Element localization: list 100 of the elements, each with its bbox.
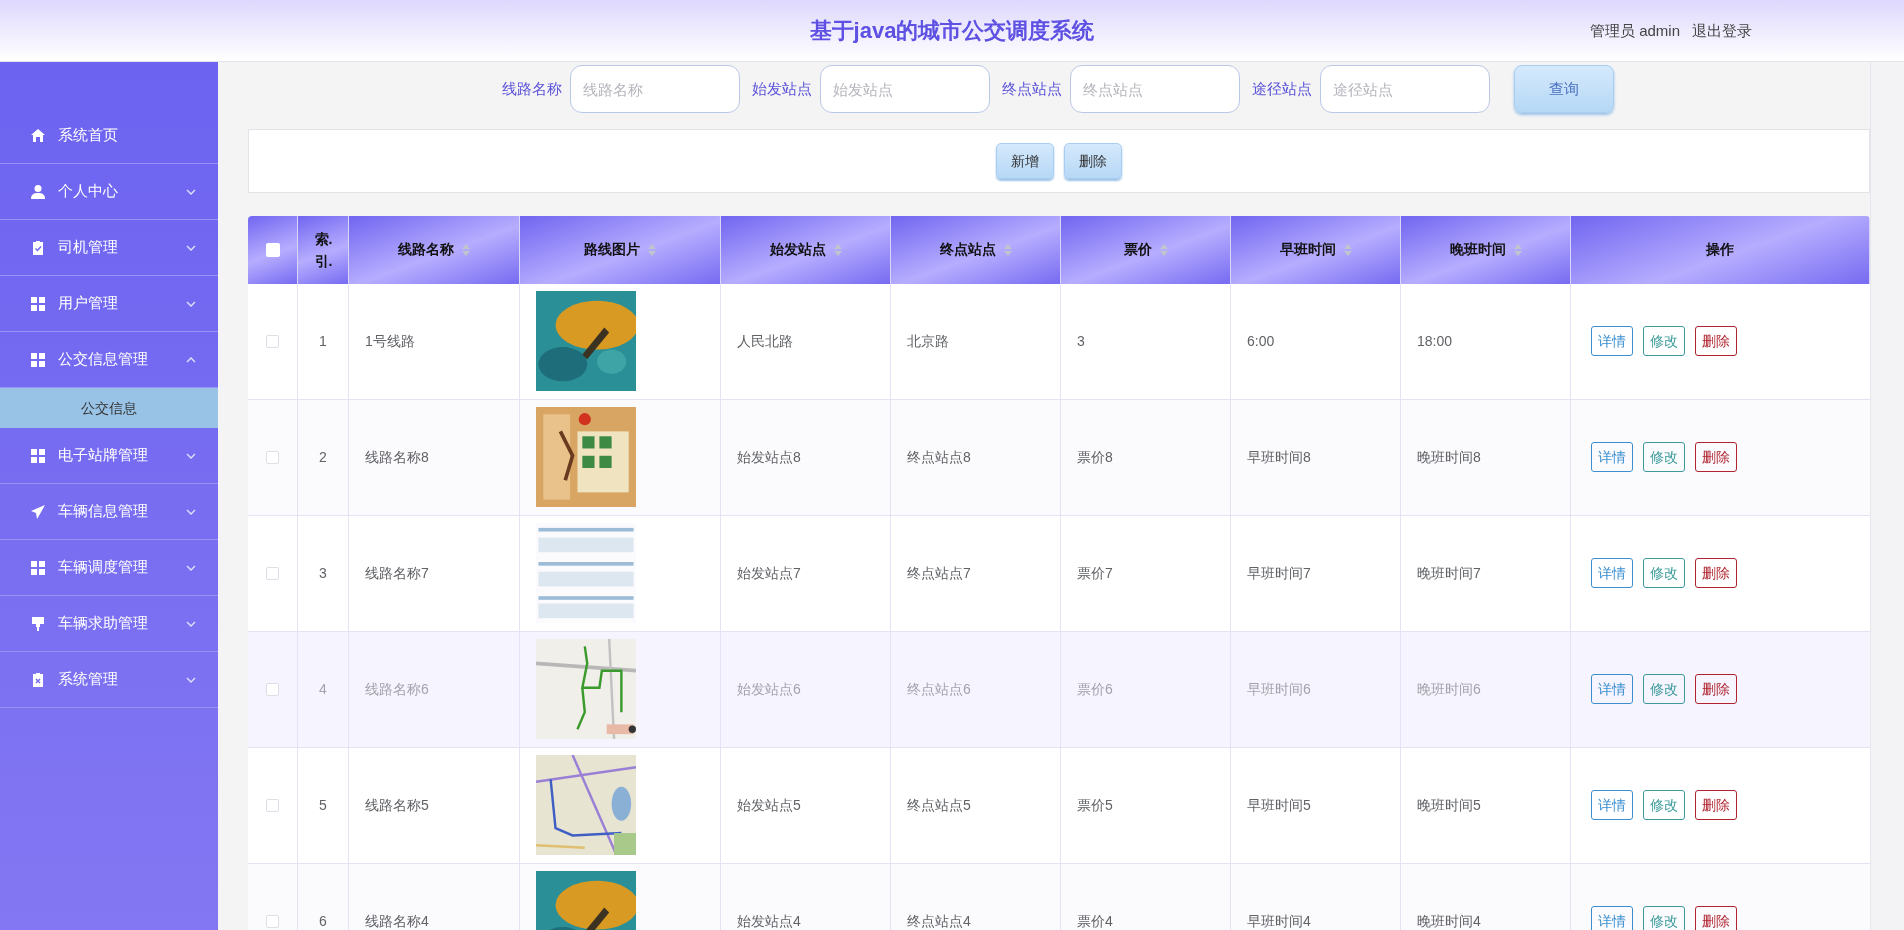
table-cell-text: 晚班时间8	[1417, 447, 1481, 467]
row-checkbox[interactable]	[266, 798, 279, 812]
table-cell-text: 始发站点8	[737, 447, 801, 467]
edit-button[interactable]: 修改	[1643, 674, 1685, 705]
edit-button[interactable]: 修改	[1643, 790, 1685, 821]
app-title: 基于java的城市公交调度系统	[809, 17, 1095, 45]
sort-icon[interactable]	[462, 243, 470, 256]
detail-button[interactable]: 详情	[1591, 558, 1633, 589]
toolbar-button[interactable]: 删除	[1064, 143, 1122, 180]
sort-icon[interactable]	[833, 243, 842, 256]
detail-button[interactable]: 详情	[1591, 790, 1633, 821]
column-header[interactable]: 晚班时间	[1401, 215, 1571, 284]
table-cell-text: 早班时间6	[1247, 679, 1311, 699]
delete-button[interactable]: 删除	[1695, 674, 1737, 705]
detail-button[interactable]: 详情	[1591, 674, 1633, 705]
select-all-checkbox[interactable]	[265, 242, 280, 257]
delete-button[interactable]: 删除	[1695, 790, 1737, 821]
column-header[interactable]: 票价	[1061, 215, 1231, 284]
table-cell-text: 1号线路	[365, 331, 415, 351]
row-checkbox[interactable]	[266, 450, 279, 464]
search-field[interactable]: 终点站点	[1070, 65, 1240, 114]
chevron-down-icon	[186, 563, 196, 572]
table-cell-text: 6	[319, 911, 327, 930]
table-cell-text: 线路名称5	[365, 795, 429, 815]
column-header[interactable]: 终点站点	[891, 215, 1061, 284]
table-cell-text: 始发站点6	[737, 679, 801, 699]
column-header[interactable]: 始发站点	[721, 215, 891, 284]
edit-button[interactable]: 修改	[1643, 558, 1685, 589]
sort-icon[interactable]	[648, 243, 656, 256]
edit-button[interactable]: 修改	[1643, 442, 1685, 473]
delete-button[interactable]: 删除	[1695, 558, 1737, 589]
table-cell-text: 早班时间8	[1247, 447, 1311, 467]
table-cell-text: 6:00	[1247, 331, 1275, 351]
delete-button[interactable]: 删除	[1695, 442, 1737, 473]
table-cell-text: 人民北路	[737, 331, 793, 351]
edit-button[interactable]: 修改	[1643, 906, 1685, 930]
detail-button[interactable]: 详情	[1591, 906, 1633, 930]
table-cell-text: 晚班时间4	[1417, 911, 1481, 930]
sort-icon[interactable]	[1513, 243, 1522, 256]
table-cell-text: 始发站点7	[737, 563, 801, 583]
table-cell-text: 5	[319, 795, 327, 815]
sidebar-item[interactable]: 系统管理	[0, 652, 218, 708]
delete-button[interactable]: 删除	[1695, 326, 1737, 357]
table-cell-text: 票价8	[1077, 447, 1113, 467]
table-cell-text: 终点站点6	[907, 679, 971, 699]
sidebar-item[interactable]: 司机管理	[0, 220, 218, 276]
sort-icon[interactable]	[1343, 243, 1352, 256]
edit-button[interactable]: 修改	[1643, 326, 1685, 357]
column-header: 操作	[1571, 215, 1870, 284]
table-cell-text: 1	[319, 331, 327, 351]
column-header[interactable]: 早班时间	[1231, 215, 1401, 284]
column-header: 索.引.	[298, 215, 349, 284]
submenu-item[interactable]: 公交信息	[0, 388, 218, 428]
table-cell-text: 晚班时间5	[1417, 795, 1481, 815]
table-cell-text: 线路名称4	[365, 911, 429, 930]
table-cell-text: 2	[319, 447, 327, 467]
logout-link[interactable]: 退出登录	[1692, 19, 1752, 43]
chevron-down-icon	[186, 243, 196, 252]
table-cell-text: 线路名称6	[365, 679, 429, 699]
table-cell-text: 早班时间4	[1247, 911, 1311, 930]
delete-button[interactable]: 删除	[1695, 906, 1737, 930]
row-checkbox[interactable]	[266, 682, 279, 696]
table-cell-text: 票价4	[1077, 911, 1113, 930]
toolbar-button[interactable]: 新增	[996, 143, 1054, 180]
column-header[interactable]: 线路名称	[349, 215, 520, 284]
table-cell-text: 早班时间7	[1247, 563, 1311, 583]
detail-button[interactable]: 详情	[1591, 442, 1633, 473]
table-cell-text: 始发站点4	[737, 911, 801, 930]
brush-icon	[30, 615, 46, 632]
chevron-down-icon	[186, 619, 196, 628]
grid-icon	[30, 295, 46, 312]
column-header[interactable]: 路线图片	[520, 215, 721, 284]
chevron-down-icon	[186, 187, 196, 196]
sidebar-item[interactable]: 车辆信息管理	[0, 484, 218, 540]
table-cell-text: 终点站点8	[907, 447, 971, 467]
table-cell-text: 终点站点7	[907, 563, 971, 583]
row-checkbox[interactable]	[266, 334, 279, 348]
field-label: 线路名称	[502, 78, 562, 99]
search-field[interactable]: 线路名称	[570, 65, 740, 114]
sidebar-item[interactable]: 电子站牌管理	[0, 428, 218, 484]
table-cell-text: 18:00	[1417, 331, 1453, 351]
sidebar-item[interactable]: 个人中心	[0, 164, 218, 220]
row-checkbox[interactable]	[266, 914, 279, 928]
query-button[interactable]: 查询	[1514, 65, 1614, 114]
search-field[interactable]: 途径站点	[1320, 65, 1490, 114]
table-cell-text: 3	[319, 563, 327, 583]
clipboard-check-icon	[30, 239, 46, 256]
sidebar-item[interactable]: 用户管理	[0, 276, 218, 332]
row-checkbox[interactable]	[266, 566, 279, 580]
sidebar-item[interactable]: 车辆求助管理	[0, 596, 218, 652]
sort-icon[interactable]	[1003, 243, 1012, 256]
chevron-down-icon	[186, 675, 196, 684]
search-field[interactable]: 始发站点	[820, 65, 990, 114]
sidebar-item[interactable]: 系统首页	[0, 108, 218, 164]
sort-icon[interactable]	[1159, 243, 1168, 256]
table-cell-text: 晚班时间7	[1417, 563, 1481, 583]
grid-icon	[30, 447, 46, 464]
table-cell-text: 票价5	[1077, 795, 1113, 815]
sidebar-item[interactable]: 车辆调度管理	[0, 540, 218, 596]
detail-button[interactable]: 详情	[1591, 326, 1633, 357]
